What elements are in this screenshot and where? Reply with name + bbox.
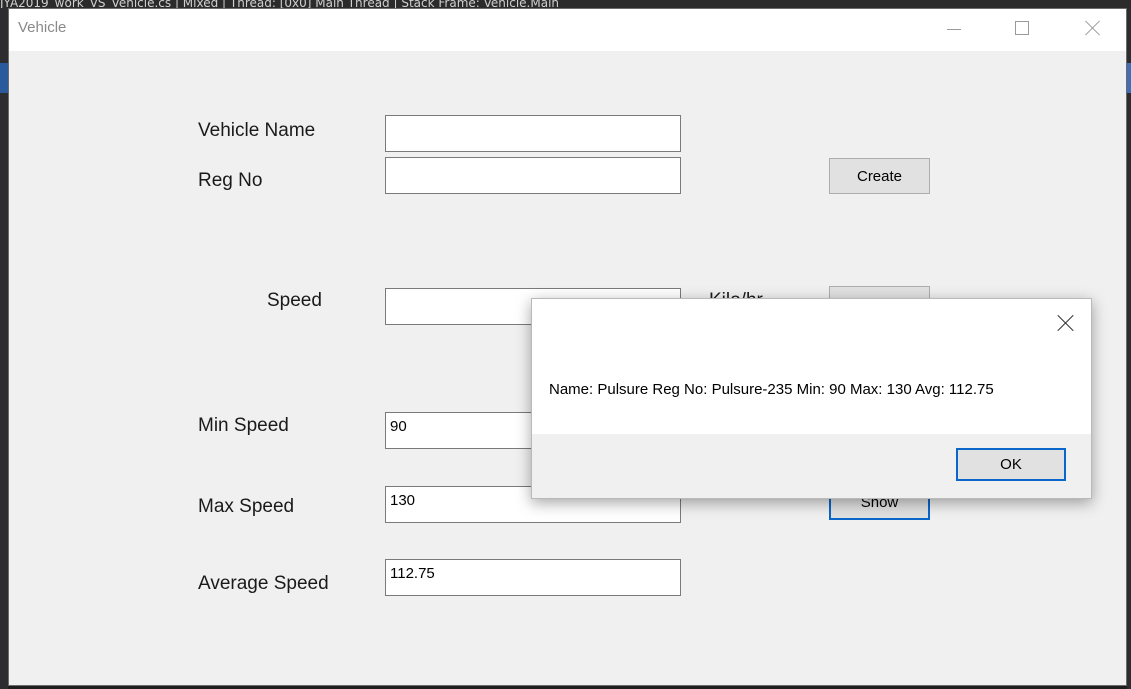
title-bar[interactable]: Vehicle [9, 9, 1126, 51]
ok-button[interactable]: OK [956, 448, 1066, 481]
average-speed-label: Average Speed [198, 573, 329, 594]
dialog-footer: OK [532, 434, 1091, 498]
vehicle-name-label: Vehicle Name [198, 120, 316, 141]
message-box-dialog: Name: Pulsure Reg No: Pulsure-235 Min: 9… [531, 298, 1092, 499]
bg-accent-right [1127, 63, 1131, 93]
min-speed-label: Min Speed [198, 415, 289, 436]
minimize-button[interactable] [931, 9, 977, 47]
background-ide-left [0, 8, 8, 689]
dialog-message: Name: Pulsure Reg No: Pulsure-235 Min: 9… [549, 381, 994, 398]
max-speed-label: Max Speed [198, 496, 295, 517]
maximize-button[interactable] [999, 9, 1045, 47]
close-button[interactable] [1070, 9, 1116, 47]
vehicle-name-input[interactable] [385, 115, 681, 152]
reg-no-label: Reg No [198, 170, 263, 191]
bg-accent-left [0, 63, 8, 93]
minimize-icon [947, 28, 961, 30]
reg-no-input[interactable] [385, 157, 681, 194]
create-button[interactable]: Create [829, 158, 930, 194]
close-icon [1085, 20, 1101, 36]
background-ide-strip: JYA2019_work_VS_Vehicle.cs | Mixed | Thr… [0, 0, 1131, 10]
speed-label: Speed [267, 290, 322, 311]
close-icon [1058, 315, 1074, 331]
maximize-icon [1015, 21, 1029, 35]
background-ide-right [1127, 8, 1131, 689]
average-speed-field[interactable]: 112.75 [385, 559, 681, 596]
dialog-close-button[interactable] [1050, 307, 1082, 339]
window-title: Vehicle [18, 19, 67, 36]
